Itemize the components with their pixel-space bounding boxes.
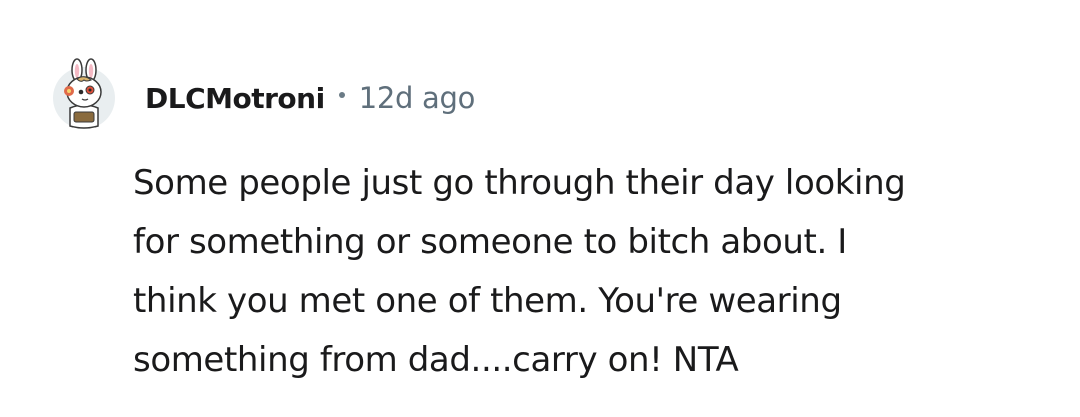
comment-body-line: for something or someone to bitch about.… [133,222,847,262]
user-avatar[interactable] [51,58,117,130]
comment-body-line: something from dad....carry on! NTA [133,340,739,380]
comment-body: Some people just go through their day lo… [133,154,1033,390]
comment-meta: DLCMotroni 12d ago [145,78,475,118]
snoo-bunny-avatar-icon [53,58,115,129]
username-link[interactable]: DLCMotroni [145,82,325,115]
separator-dot [338,92,345,98]
comment-body-line: think you met one of them. You're wearin… [133,281,842,321]
comment: DLCMotroni 12d ago Some people just go t… [0,0,1080,417]
comment-body-line: Some people just go through their day lo… [133,163,906,203]
timestamp[interactable]: 12d ago [359,81,476,115]
